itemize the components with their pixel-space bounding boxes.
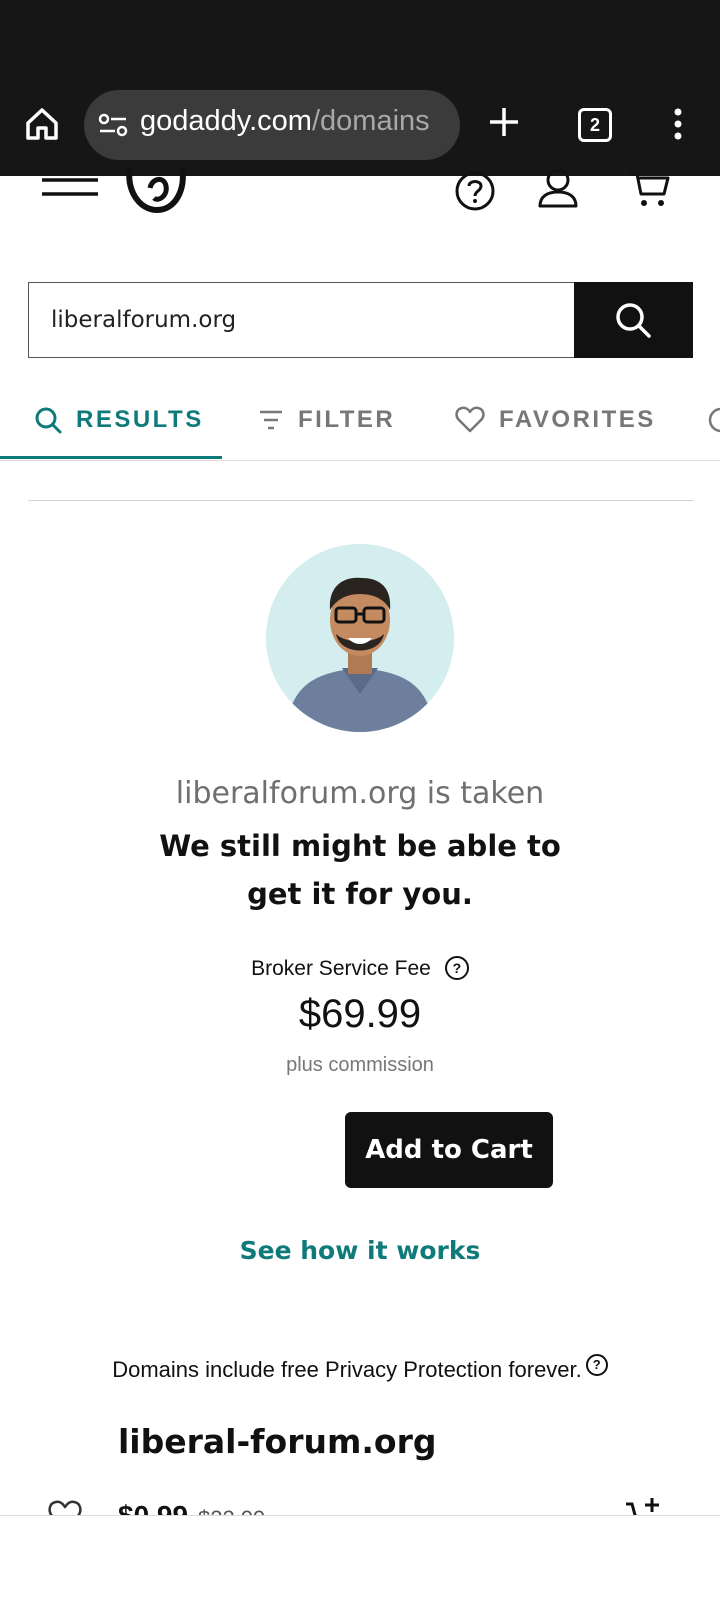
sale-price: $0.99 [118,1500,189,1516]
privacy-note: Domains include free Privacy Protection … [0,1354,720,1383]
broker-avatar [266,544,454,732]
see-how-it-works-link[interactable]: See how it works [0,1236,720,1265]
address-bar[interactable]: godaddy.com/domains [84,90,460,160]
site-header [0,168,720,236]
tab-history[interactable] [708,380,720,460]
domain-taken-status: liberalforum.org is taken [175,776,545,811]
tab-favorites-label: FAVORITES [499,406,656,433]
tab-results[interactable]: RESULTS [34,380,204,460]
tab-filter-label: FILTER [298,406,396,433]
commission-note: plus commission [286,1054,434,1076]
tab-switcher-icon[interactable]: 2 [578,108,612,142]
broker-headline: We still might be able to get it for you… [159,829,561,911]
tab-favorites[interactable]: FAVORITES [455,380,656,460]
help-icon[interactable]: ? [444,956,469,980]
help-icon[interactable]: ? [585,1354,608,1376]
godaddy-logo[interactable] [124,168,190,218]
url-text: godaddy.com/domains [140,105,430,138]
menu-icon[interactable] [42,176,98,204]
status-bar [0,0,720,86]
browser-toolbar: godaddy.com/domains 2 [0,86,720,176]
broker-fee-label: Broker Service Fee [251,957,431,980]
site-settings-icon[interactable] [98,112,128,138]
broker-fee-price: $69.99 [298,992,422,1036]
heart-icon [455,406,485,433]
search-button[interactable] [574,282,693,358]
bottom-bar [0,1515,720,1601]
more-vert-icon[interactable] [666,106,690,142]
help-icon[interactable] [454,170,496,212]
filter-icon [260,410,282,430]
cart-icon[interactable] [628,170,672,210]
url-path: /domains [311,105,430,137]
tab-filter[interactable]: FILTER [258,380,395,460]
add-to-cart-button[interactable]: Add to Cart [345,1112,553,1188]
domain-search-input[interactable] [29,283,574,357]
search-icon [616,303,651,338]
search-icon [35,407,62,434]
active-tab-indicator [0,456,222,459]
add-to-cart-icon[interactable] [624,1496,664,1516]
heart-icon[interactable] [48,1500,82,1516]
broker-fee-label-row: Broker Service Fee? [0,956,720,981]
suggested-domain-row: $0.99 $22.99 [0,1490,720,1516]
divider [28,500,694,501]
plus-icon[interactable] [486,104,522,140]
domain-search-field[interactable] [28,282,574,358]
home-icon[interactable] [22,104,62,144]
results-tabs: RESULTS FILTER FAVORITES [0,380,720,461]
suggested-domain-name[interactable]: liberal-forum.org [118,1422,436,1461]
privacy-note-text: Domains include free Privacy Protection … [112,1357,582,1382]
tab-results-label: RESULTS [76,406,204,433]
account-icon[interactable] [536,166,580,210]
history-icon [708,407,720,433]
url-domain: godaddy.com [140,105,312,137]
